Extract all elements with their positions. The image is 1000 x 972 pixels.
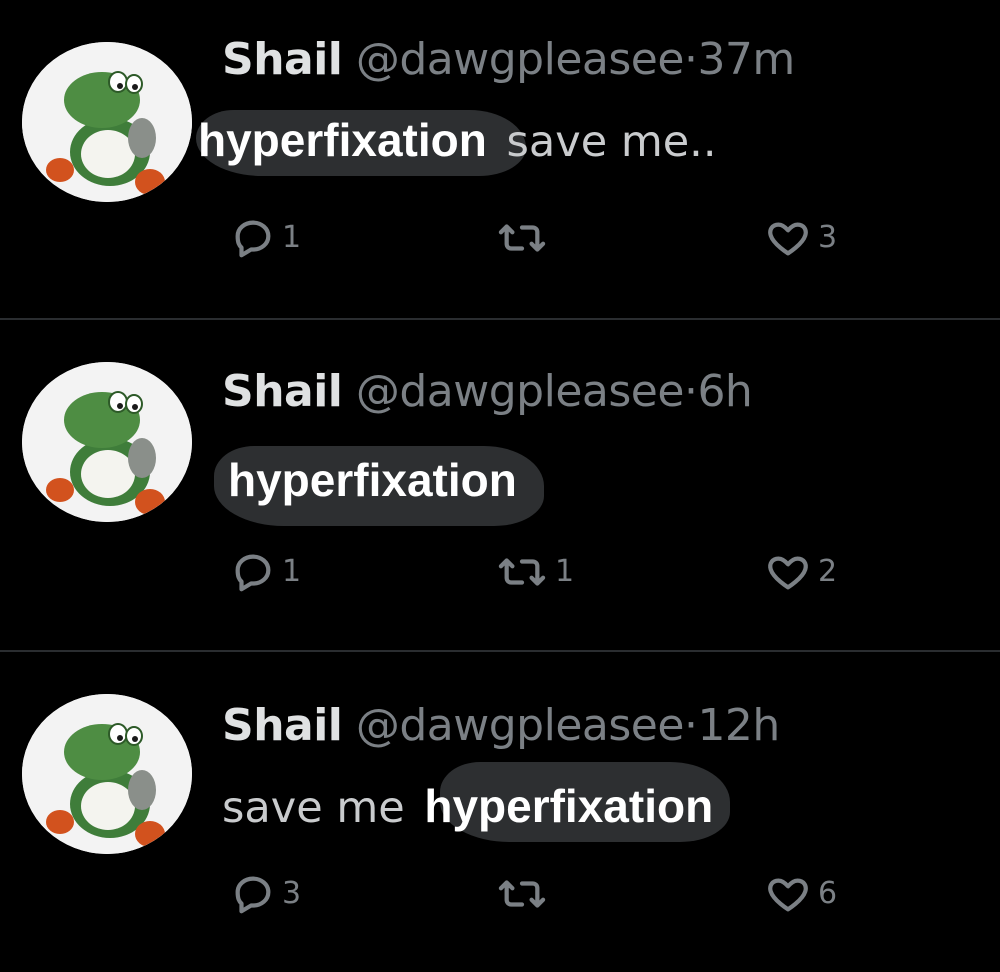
action-bar: 3 6 xyxy=(0,864,1000,924)
reply-icon xyxy=(235,876,271,914)
reply-button[interactable]: 3 xyxy=(230,864,301,924)
avatar[interactable] xyxy=(22,362,192,522)
repost-button[interactable] xyxy=(495,208,555,268)
timestamp[interactable]: 37m xyxy=(697,34,795,85)
display-name[interactable]: Shail xyxy=(222,34,343,85)
reply-count: 1 xyxy=(282,554,302,589)
tweet-text-plain: save me xyxy=(222,783,405,833)
tweet-header: Shail @dawgpleasee·37m xyxy=(222,34,795,86)
heart-icon xyxy=(768,222,808,256)
like-count: 2 xyxy=(818,554,838,589)
repost-button[interactable] xyxy=(495,864,555,924)
yoshi-avatar-image xyxy=(22,362,192,522)
tweet-feed: Shail @dawgpleasee·37m hyperfixation sav… xyxy=(0,0,1000,950)
separator-dot: · xyxy=(683,34,698,85)
like-button[interactable]: 3 xyxy=(764,208,837,268)
reply-icon xyxy=(235,220,271,258)
like-button[interactable]: 6 xyxy=(764,864,837,924)
repost-count: 1 xyxy=(555,554,575,589)
tweet-card[interactable]: Shail @dawgpleasee·6h hyperfixation 1 1 … xyxy=(0,320,1000,640)
tweet-text: save me hyperfixation xyxy=(222,780,719,834)
highlight-word: hyperfixation xyxy=(198,114,487,166)
timestamp[interactable]: 6h xyxy=(697,366,752,417)
like-count: 3 xyxy=(818,220,838,255)
user-handle[interactable]: @dawgpleasee xyxy=(356,700,685,751)
reply-icon xyxy=(235,554,271,592)
timestamp[interactable]: 12h xyxy=(697,700,780,751)
reply-button[interactable]: 1 xyxy=(230,208,301,268)
user-handle[interactable]: @dawgpleasee xyxy=(356,34,685,85)
tweet-card[interactable]: Shail @dawgpleasee·37m hyperfixation sav… xyxy=(0,0,1000,320)
reply-count: 3 xyxy=(282,876,302,911)
separator-dot: · xyxy=(683,700,698,751)
heart-icon xyxy=(768,556,808,590)
reply-button[interactable]: 1 xyxy=(230,542,301,602)
repost-icon xyxy=(498,558,546,586)
repost-icon xyxy=(498,880,546,908)
avatar[interactable] xyxy=(22,42,192,202)
tweet-text: hyperfixation xyxy=(222,454,523,508)
tweet-header: Shail @dawgpleasee·12h xyxy=(222,700,780,752)
repost-button[interactable]: 1 xyxy=(495,542,574,602)
action-bar: 1 1 2 xyxy=(0,542,1000,602)
separator-dot: · xyxy=(683,366,698,417)
user-handle[interactable]: @dawgpleasee xyxy=(356,366,685,417)
repost-icon xyxy=(498,224,546,252)
yoshi-avatar-image xyxy=(22,42,192,202)
tweet-card[interactable]: Shail @dawgpleasee·12h save me hyperfixa… xyxy=(0,652,1000,972)
heart-icon xyxy=(768,878,808,912)
tweet-text-plain: save me.. xyxy=(506,117,717,167)
tweet-text: hyperfixation save me.. xyxy=(192,114,717,168)
action-bar: 1 3 xyxy=(0,208,1000,268)
highlight-word: hyperfixation xyxy=(228,454,517,506)
like-button[interactable]: 2 xyxy=(764,542,837,602)
avatar[interactable] xyxy=(22,694,192,854)
display-name[interactable]: Shail xyxy=(222,366,343,417)
like-count: 6 xyxy=(818,876,838,911)
yoshi-avatar-image xyxy=(22,694,192,854)
reply-count: 1 xyxy=(282,220,302,255)
display-name[interactable]: Shail xyxy=(222,700,343,751)
highlight-word: hyperfixation xyxy=(424,780,714,832)
tweet-header: Shail @dawgpleasee·6h xyxy=(222,366,753,418)
